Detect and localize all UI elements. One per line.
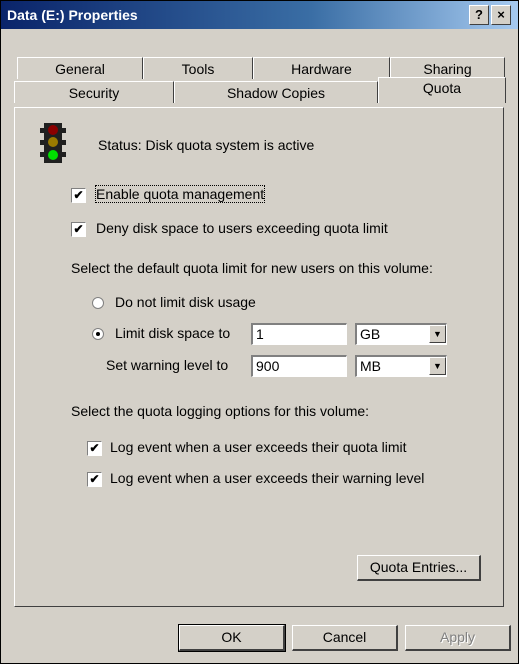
tab-label: Shadow Copies [226,85,326,101]
radio-selected-dot [96,332,100,336]
enable-quota-label[interactable]: Enable quota management [94,185,266,203]
traffic-light-icon [39,122,67,164]
log-warning-level-label[interactable]: Log event when a user exceeds their warn… [110,470,424,486]
check-mark-icon: ✔ [73,188,84,202]
tab-label: General [55,61,105,77]
limit-disk-space-radio[interactable] [92,328,104,340]
help-button[interactable]: ? [469,5,489,25]
apply-label: Apply [439,629,476,645]
limit-unit-select[interactable]: GB ▼ [355,323,447,345]
log-quota-limit-checkbox[interactable]: ✔ [87,441,102,456]
log-quota-limit-label[interactable]: Log event when a user exceeds their quot… [110,439,407,455]
tab-hardware[interactable]: Hardware [253,57,390,79]
tab-quota[interactable]: Quota [378,77,506,103]
limit-value-input[interactable]: 1 [251,323,347,345]
ok-button[interactable]: OK [178,624,286,652]
warning-unit-value: MB [360,358,381,374]
quota-status-text: Status: Disk quota system is active [98,137,315,153]
quota-entries-label: Quota Entries... [369,559,468,575]
window-title: Data (E:) Properties [7,7,138,23]
tab-label: Security [68,85,120,101]
tab-label: Sharing [423,61,472,77]
default-limit-heading: Select the default quota limit for new u… [71,260,433,276]
enable-quota-checkbox[interactable]: ✔ [71,188,86,203]
properties-dialog: Data (E:) Properties ? × General Tools H… [0,0,519,664]
tab-sharing[interactable]: Sharing [390,57,505,79]
warning-level-label: Set warning level to [106,357,229,373]
tab-label: Quota [422,80,462,96]
limit-disk-space-label[interactable]: Limit disk space to [115,325,230,341]
tab-security[interactable]: Security [14,81,174,103]
no-limit-label[interactable]: Do not limit disk usage [115,294,256,310]
close-icon: × [497,7,505,22]
tab-shadow-copies[interactable]: Shadow Copies [174,81,378,103]
quota-panel: Status: Disk quota system is active ✔ En… [14,107,504,607]
logging-heading: Select the quota logging options for thi… [71,403,370,419]
quota-entries-button[interactable]: Quota Entries... [357,555,481,581]
title-bar[interactable]: Data (E:) Properties ? × [1,1,518,29]
cancel-button[interactable]: Cancel [292,625,398,651]
apply-button[interactable]: Apply [405,625,511,651]
dropdown-arrow-icon[interactable]: ▼ [429,325,446,343]
tab-label: Hardware [291,61,352,77]
deny-disk-space-checkbox[interactable]: ✔ [71,222,86,237]
warning-value-input[interactable]: 900 [251,355,347,377]
check-mark-icon: ✔ [89,441,100,455]
deny-disk-space-label[interactable]: Deny disk space to users exceeding quota… [96,220,388,236]
tab-tools[interactable]: Tools [143,57,253,79]
help-icon: ? [475,7,483,22]
close-button[interactable]: × [491,5,511,25]
cancel-label: Cancel [322,629,367,645]
dropdown-arrow-icon[interactable]: ▼ [429,357,446,375]
tab-general[interactable]: General [17,57,143,79]
warning-unit-select[interactable]: MB ▼ [355,355,447,377]
tab-label: Tools [181,61,215,77]
limit-unit-value: GB [360,326,381,342]
check-mark-icon: ✔ [73,222,84,236]
ok-label: OK [221,629,242,645]
check-mark-icon: ✔ [89,472,100,486]
log-warning-level-checkbox[interactable]: ✔ [87,472,102,487]
no-limit-radio[interactable] [92,297,104,309]
